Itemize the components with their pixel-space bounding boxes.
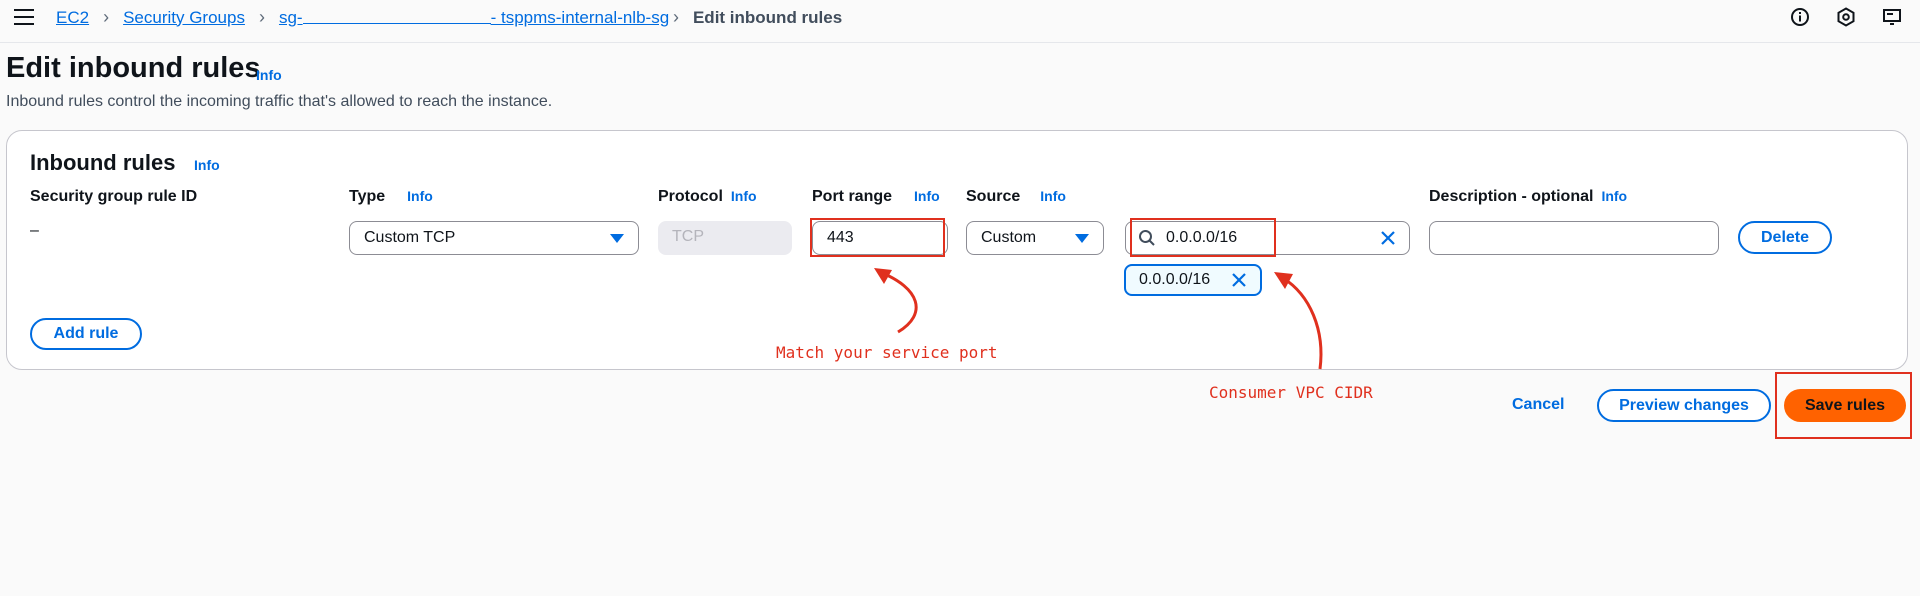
display-preferences-icon[interactable] bbox=[1882, 7, 1902, 27]
column-description-label: Description - optional bbox=[1429, 188, 1594, 205]
sg-id-prefix: sg- bbox=[278, 7, 303, 27]
type-info-link[interactable]: Info bbox=[407, 188, 433, 204]
rule-id-value: – bbox=[30, 222, 39, 239]
breadcrumb-current: Edit inbound rules bbox=[692, 7, 843, 27]
hexagon-settings-icon[interactable] bbox=[1836, 7, 1856, 27]
column-port-range: Port range Info bbox=[812, 188, 940, 206]
panel-info-link[interactable]: Info bbox=[194, 157, 220, 173]
add-rule-button[interactable]: Add rule bbox=[30, 318, 142, 350]
info-circle-icon[interactable] bbox=[1790, 7, 1810, 27]
sg-name: - tsppms-internal-nlb-sg bbox=[490, 7, 670, 27]
protocol-input: TCP bbox=[658, 221, 792, 255]
source-select-value: Custom bbox=[981, 229, 1037, 246]
type-select-value: Custom TCP bbox=[364, 229, 456, 246]
column-rule-id-label: Security group rule ID bbox=[30, 188, 198, 205]
column-port-range-label: Port range bbox=[812, 188, 893, 205]
caret-down-icon bbox=[1075, 233, 1089, 243]
save-button-highlight bbox=[1775, 372, 1912, 439]
menu-icon[interactable] bbox=[14, 9, 34, 25]
cidr-token: 0.0.0.0/16 bbox=[1124, 264, 1262, 296]
dismiss-token-icon[interactable] bbox=[1231, 272, 1247, 288]
column-protocol-label: Protocol bbox=[658, 188, 723, 205]
caret-down-icon bbox=[610, 233, 624, 243]
page-title: Edit inbound rules bbox=[6, 52, 261, 84]
cidr-token-label: 0.0.0.0/16 bbox=[1139, 271, 1211, 288]
column-source-label: Source bbox=[966, 188, 1021, 205]
column-protocol: Protocol Info bbox=[658, 188, 757, 206]
top-navigation-bar: EC2 › Security Groups › sg- - tsppms-inte… bbox=[0, 0, 1920, 43]
redacted-sg-id bbox=[302, 22, 491, 24]
breadcrumb-ec2[interactable]: EC2 bbox=[56, 8, 89, 28]
source-type-select[interactable]: Custom bbox=[966, 221, 1104, 255]
protocol-info-link[interactable]: Info bbox=[731, 188, 757, 204]
column-type: Type Info bbox=[349, 188, 433, 206]
description-input[interactable] bbox=[1429, 221, 1719, 255]
column-description: Description - optional Info bbox=[1429, 188, 1627, 206]
page-description: Inbound rules control the incoming traff… bbox=[6, 93, 553, 110]
panel-title: Inbound rules bbox=[30, 150, 176, 175]
preview-changes-button[interactable]: Preview changes bbox=[1597, 389, 1771, 422]
clear-icon[interactable] bbox=[1379, 229, 1397, 247]
description-info-link[interactable]: Info bbox=[1601, 188, 1627, 204]
chevron-right-icon: › bbox=[672, 7, 679, 27]
breadcrumb: EC2 › Security Groups › sg- - tsppms-inte… bbox=[56, 7, 842, 28]
delete-rule-button[interactable]: Delete bbox=[1738, 221, 1832, 254]
top-icons bbox=[1790, 7, 1902, 27]
port-range-info-link[interactable]: Info bbox=[914, 188, 940, 204]
port-annotation: Match your service port bbox=[776, 343, 998, 362]
source-info-link[interactable]: Info bbox=[1040, 188, 1066, 204]
breadcrumb-security-group[interactable]: sg- - tsppms-internal-nlb-sg bbox=[278, 7, 669, 28]
column-source: Source Info bbox=[966, 188, 1066, 206]
chevron-right-icon: › bbox=[103, 7, 110, 27]
cidr-highlight bbox=[1130, 218, 1276, 257]
port-range-highlight bbox=[810, 218, 945, 257]
column-rule-id: Security group rule ID bbox=[30, 188, 197, 206]
type-select[interactable]: Custom TCP bbox=[349, 221, 639, 255]
chevron-right-icon: › bbox=[258, 7, 265, 27]
column-type-label: Type bbox=[349, 188, 386, 205]
cidr-annotation: Consumer VPC CIDR bbox=[1209, 383, 1373, 402]
breadcrumb-security-groups[interactable]: Security Groups bbox=[123, 8, 245, 28]
cancel-button[interactable]: Cancel bbox=[1512, 396, 1564, 414]
page-info-link[interactable]: Info bbox=[256, 67, 282, 83]
